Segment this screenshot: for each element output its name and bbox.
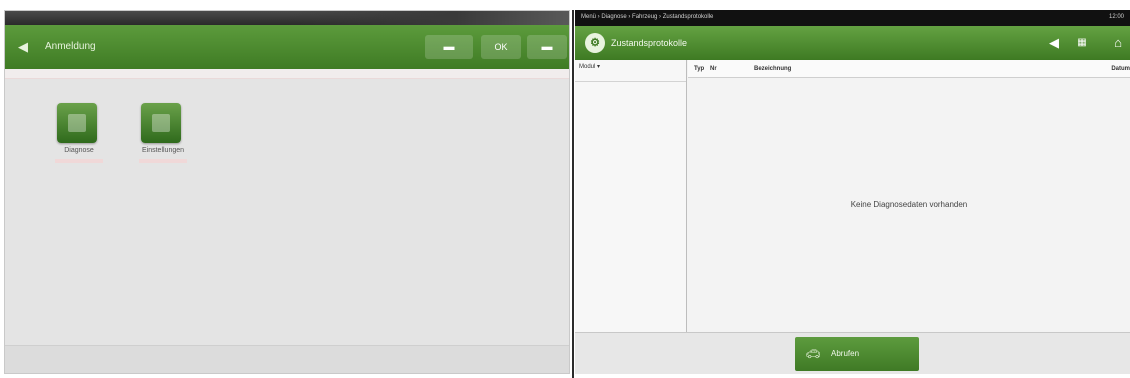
app-tile-einstellungen[interactable]: Einstellungen: [129, 95, 197, 165]
grid-icon[interactable]: ▦: [1073, 34, 1091, 52]
screenshot-root: ◀ Anmeldung ▬ OK ▬ Diagnose Einstellunge…: [0, 0, 1130, 378]
app-tile-icon: [57, 103, 97, 143]
protocol-table: Typ Nr Bezeichnung Datum Keine Diagnosed…: [688, 60, 1130, 332]
tile-glyph: [68, 114, 86, 132]
app-tile-underline: [55, 159, 103, 163]
left-header: ◀ Anmeldung ▬ OK ▬: [5, 25, 569, 69]
empty-state-message: Keine Diagnosedaten vorhanden: [850, 200, 968, 209]
left-header-title: Anmeldung: [45, 41, 96, 52]
app-tile-label: Einstellungen: [141, 147, 185, 154]
status-bar: Menü › Diagnose › Fahrzeug › Zustandspro…: [575, 10, 1130, 26]
page-title: Zustandsprotokolle: [611, 38, 688, 48]
column-header-typ[interactable]: Typ: [694, 64, 704, 74]
app-tile-diagnose[interactable]: Diagnose: [45, 95, 113, 165]
left-window: ◀ Anmeldung ▬ OK ▬ Diagnose Einstellunge…: [4, 10, 570, 374]
screen-button[interactable]: ▬: [425, 35, 473, 59]
right-header: ⚙ Zustandsprotokolle ◀ ▦ ⌂: [575, 26, 1130, 60]
column-header-nr[interactable]: Nr: [710, 64, 717, 74]
column-header-bezeichnung[interactable]: Bezeichnung: [754, 64, 791, 74]
app-tile-underline: [139, 159, 187, 163]
settings-circle-icon: ⚙: [585, 33, 605, 53]
app-tile-label: Diagnose: [64, 147, 94, 154]
ok-button[interactable]: OK: [481, 35, 521, 59]
arrow-left-icon[interactable]: ◀: [15, 39, 31, 55]
top-strip-fade: [287, 11, 569, 25]
right-footer: 🚗︎ Abrufen: [575, 332, 1130, 374]
abrufen-button-label: Abrufen: [831, 349, 860, 358]
left-subheader-strip: [5, 69, 569, 79]
arrow-left-icon[interactable]: ◀: [1045, 34, 1063, 52]
window-divider: [572, 10, 574, 378]
car-signal-icon: 🚗︎: [805, 347, 821, 361]
window-button[interactable]: ▬: [527, 35, 567, 59]
window-icon: ▬: [541, 41, 553, 53]
module-filter-dropdown[interactable]: Modul ▾: [575, 60, 686, 82]
app-tile-icon: [141, 103, 181, 143]
status-clock: 12:00: [1108, 14, 1124, 20]
right-window: Menü › Diagnose › Fahrzeug › Zustandspro…: [575, 10, 1130, 374]
module-list-panel: Modul ▾: [575, 60, 687, 332]
breadcrumb: Menü › Diagnose › Fahrzeug › Zustandspro…: [581, 14, 714, 20]
home-icon[interactable]: ⌂: [1109, 34, 1127, 52]
left-bottom-bar: [5, 345, 569, 373]
tile-glyph: [152, 114, 170, 132]
screen-icon: ▬: [443, 41, 455, 53]
abrufen-button[interactable]: 🚗︎ Abrufen: [795, 337, 919, 371]
column-header-datum[interactable]: Datum: [1111, 64, 1130, 74]
left-top-strip: [5, 11, 569, 25]
table-header: Typ Nr Bezeichnung Datum: [688, 60, 1130, 78]
